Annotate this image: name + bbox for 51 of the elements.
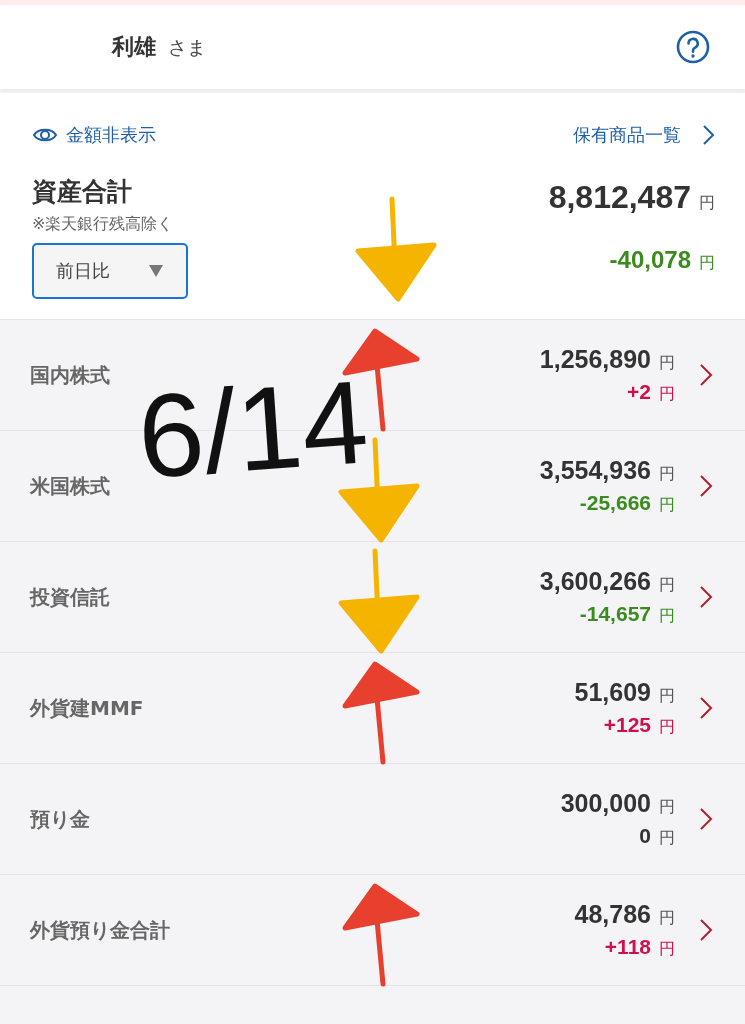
total-change: -40,078 <box>609 246 691 274</box>
currency-unit: 円 <box>699 253 715 274</box>
asset-label: 国内株式 <box>30 361 111 389</box>
asset-label: 米国株式 <box>30 472 111 500</box>
user-name: 利雄 <box>112 33 156 61</box>
currency-unit: 円 <box>699 193 715 214</box>
currency-unit: 円 <box>659 939 675 960</box>
total-title: 資産合計 <box>32 176 133 208</box>
currency-unit: 円 <box>659 353 675 374</box>
asset-amount: 3,554,936 <box>539 456 651 485</box>
caret-icon <box>148 264 164 278</box>
chevron-right-icon <box>699 807 713 831</box>
asset-amount: 3,600,266 <box>539 567 651 596</box>
chevron-right-icon <box>699 585 713 609</box>
currency-unit: 円 <box>659 464 675 485</box>
currency-unit: 円 <box>659 606 675 627</box>
currency-unit: 円 <box>659 686 675 707</box>
currency-unit: 円 <box>659 495 675 516</box>
currency-unit: 円 <box>659 717 675 738</box>
chevron-right-icon <box>701 124 715 146</box>
asset-change: -25,666 <box>579 491 651 515</box>
chevron-right-icon <box>699 474 713 498</box>
asset-change: 0 <box>639 824 651 848</box>
currency-unit: 円 <box>659 384 675 405</box>
asset-change: +2 <box>627 380 651 404</box>
currency-unit: 円 <box>659 797 675 818</box>
asset-amount: 1,256,890 <box>539 345 651 374</box>
holdings-link[interactable]: 保有商品一覧 <box>573 123 715 147</box>
asset-change: +125 <box>603 713 651 737</box>
total-amount: 8,812,487 <box>548 179 691 216</box>
currency-unit: 円 <box>659 575 675 596</box>
chevron-right-icon <box>699 696 713 720</box>
chevron-right-icon <box>699 918 713 942</box>
asset-change: +118 <box>604 935 651 959</box>
asset-label: 外貨預り金合計 <box>30 916 171 944</box>
asset-label: 投資信託 <box>30 583 111 611</box>
total-note: ※楽天銀行残高除く <box>32 214 175 235</box>
asset-amount: 300,000 <box>560 789 651 818</box>
asset-label: 外貨建MMF <box>30 694 145 722</box>
chevron-right-icon <box>699 363 713 387</box>
honorific: さま <box>168 35 206 60</box>
hide-amounts-link[interactable]: 金額非表示 <box>32 123 156 147</box>
asset-change: -14,657 <box>579 602 651 626</box>
handwritten-note: 6/14 <box>134 362 372 496</box>
asset-label: 預り金 <box>30 805 91 833</box>
asset-amount: 51,609 <box>574 678 651 707</box>
currency-unit: 円 <box>659 828 675 849</box>
asset-amount: 48,786 <box>574 900 651 929</box>
currency-unit: 円 <box>659 908 675 929</box>
period-dropdown[interactable]: 前日比 <box>32 243 188 299</box>
help-icon <box>676 30 710 64</box>
